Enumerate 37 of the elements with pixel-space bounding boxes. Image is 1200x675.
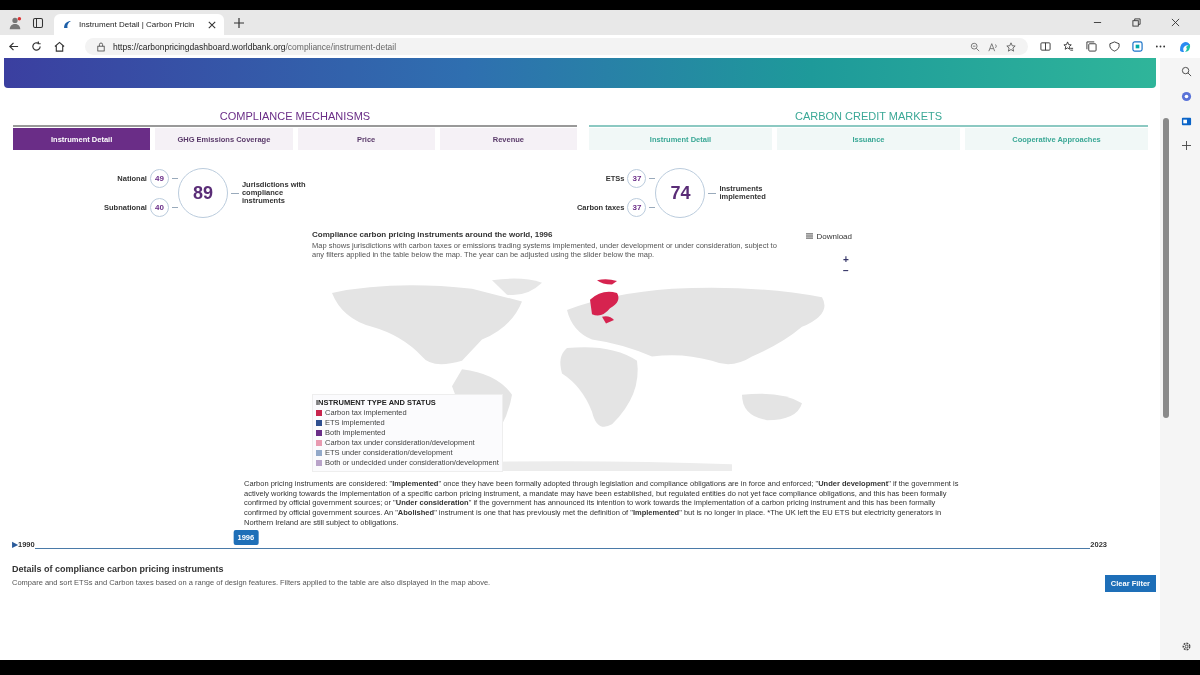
download-button[interactable]: Download bbox=[806, 230, 852, 242]
split-screen-icon[interactable] bbox=[1040, 41, 1051, 52]
star-icon[interactable] bbox=[1006, 41, 1016, 52]
profile-icon[interactable] bbox=[8, 15, 22, 30]
site-logo-icon bbox=[62, 19, 73, 30]
details-title: Details of compliance carbon pricing instruments bbox=[12, 563, 225, 574]
close-icon[interactable] bbox=[1171, 18, 1180, 27]
mail-icon[interactable] bbox=[1180, 116, 1192, 127]
home-icon[interactable] bbox=[54, 41, 65, 52]
restore-icon[interactable] bbox=[1132, 18, 1141, 27]
zoom-out-button[interactable]: − bbox=[840, 264, 852, 276]
zoom-icon[interactable] bbox=[970, 41, 980, 52]
url-text: https://carbonpricingdashboard.worldbank.org/compliance/instrument-detail bbox=[113, 41, 397, 52]
settings-icon[interactable] bbox=[1180, 641, 1192, 652]
play-button[interactable]: ▶ bbox=[12, 540, 18, 549]
new-tab-icon[interactable] bbox=[234, 17, 244, 28]
browser-tab[interactable]: Instrument Detail | Carbon Pricin bbox=[54, 14, 224, 35]
refresh-icon[interactable] bbox=[31, 41, 42, 52]
scrollbar-thumb[interactable] bbox=[1163, 118, 1169, 418]
stat-total: 74 bbox=[655, 168, 706, 218]
tab-title: Instrument Detail | Carbon Pricin bbox=[79, 20, 196, 29]
address-bar[interactable]: https://carbonpricingdashboard.worldbank.org/compliance/instrument-detail bbox=[85, 38, 1028, 55]
zoom-in-button[interactable]: + bbox=[840, 253, 852, 265]
back-icon[interactable] bbox=[8, 41, 19, 52]
shield-icon[interactable] bbox=[1109, 41, 1120, 52]
tab-actions-icon[interactable] bbox=[32, 16, 44, 29]
close-icon[interactable] bbox=[208, 20, 216, 29]
add-icon[interactable] bbox=[1181, 141, 1191, 150]
copilot-icon[interactable] bbox=[1178, 39, 1192, 54]
read-aloud-icon[interactable] bbox=[988, 41, 998, 52]
extension-icon[interactable] bbox=[1132, 41, 1143, 52]
menu-icon bbox=[806, 233, 814, 239]
map-title: Compliance carbon pricing instruments around the world, 1996 bbox=[312, 230, 554, 239]
search-icon[interactable] bbox=[1180, 66, 1192, 77]
collections-icon[interactable] bbox=[1086, 41, 1097, 52]
favorites-icon[interactable] bbox=[1063, 41, 1074, 52]
lock-icon bbox=[97, 41, 105, 52]
